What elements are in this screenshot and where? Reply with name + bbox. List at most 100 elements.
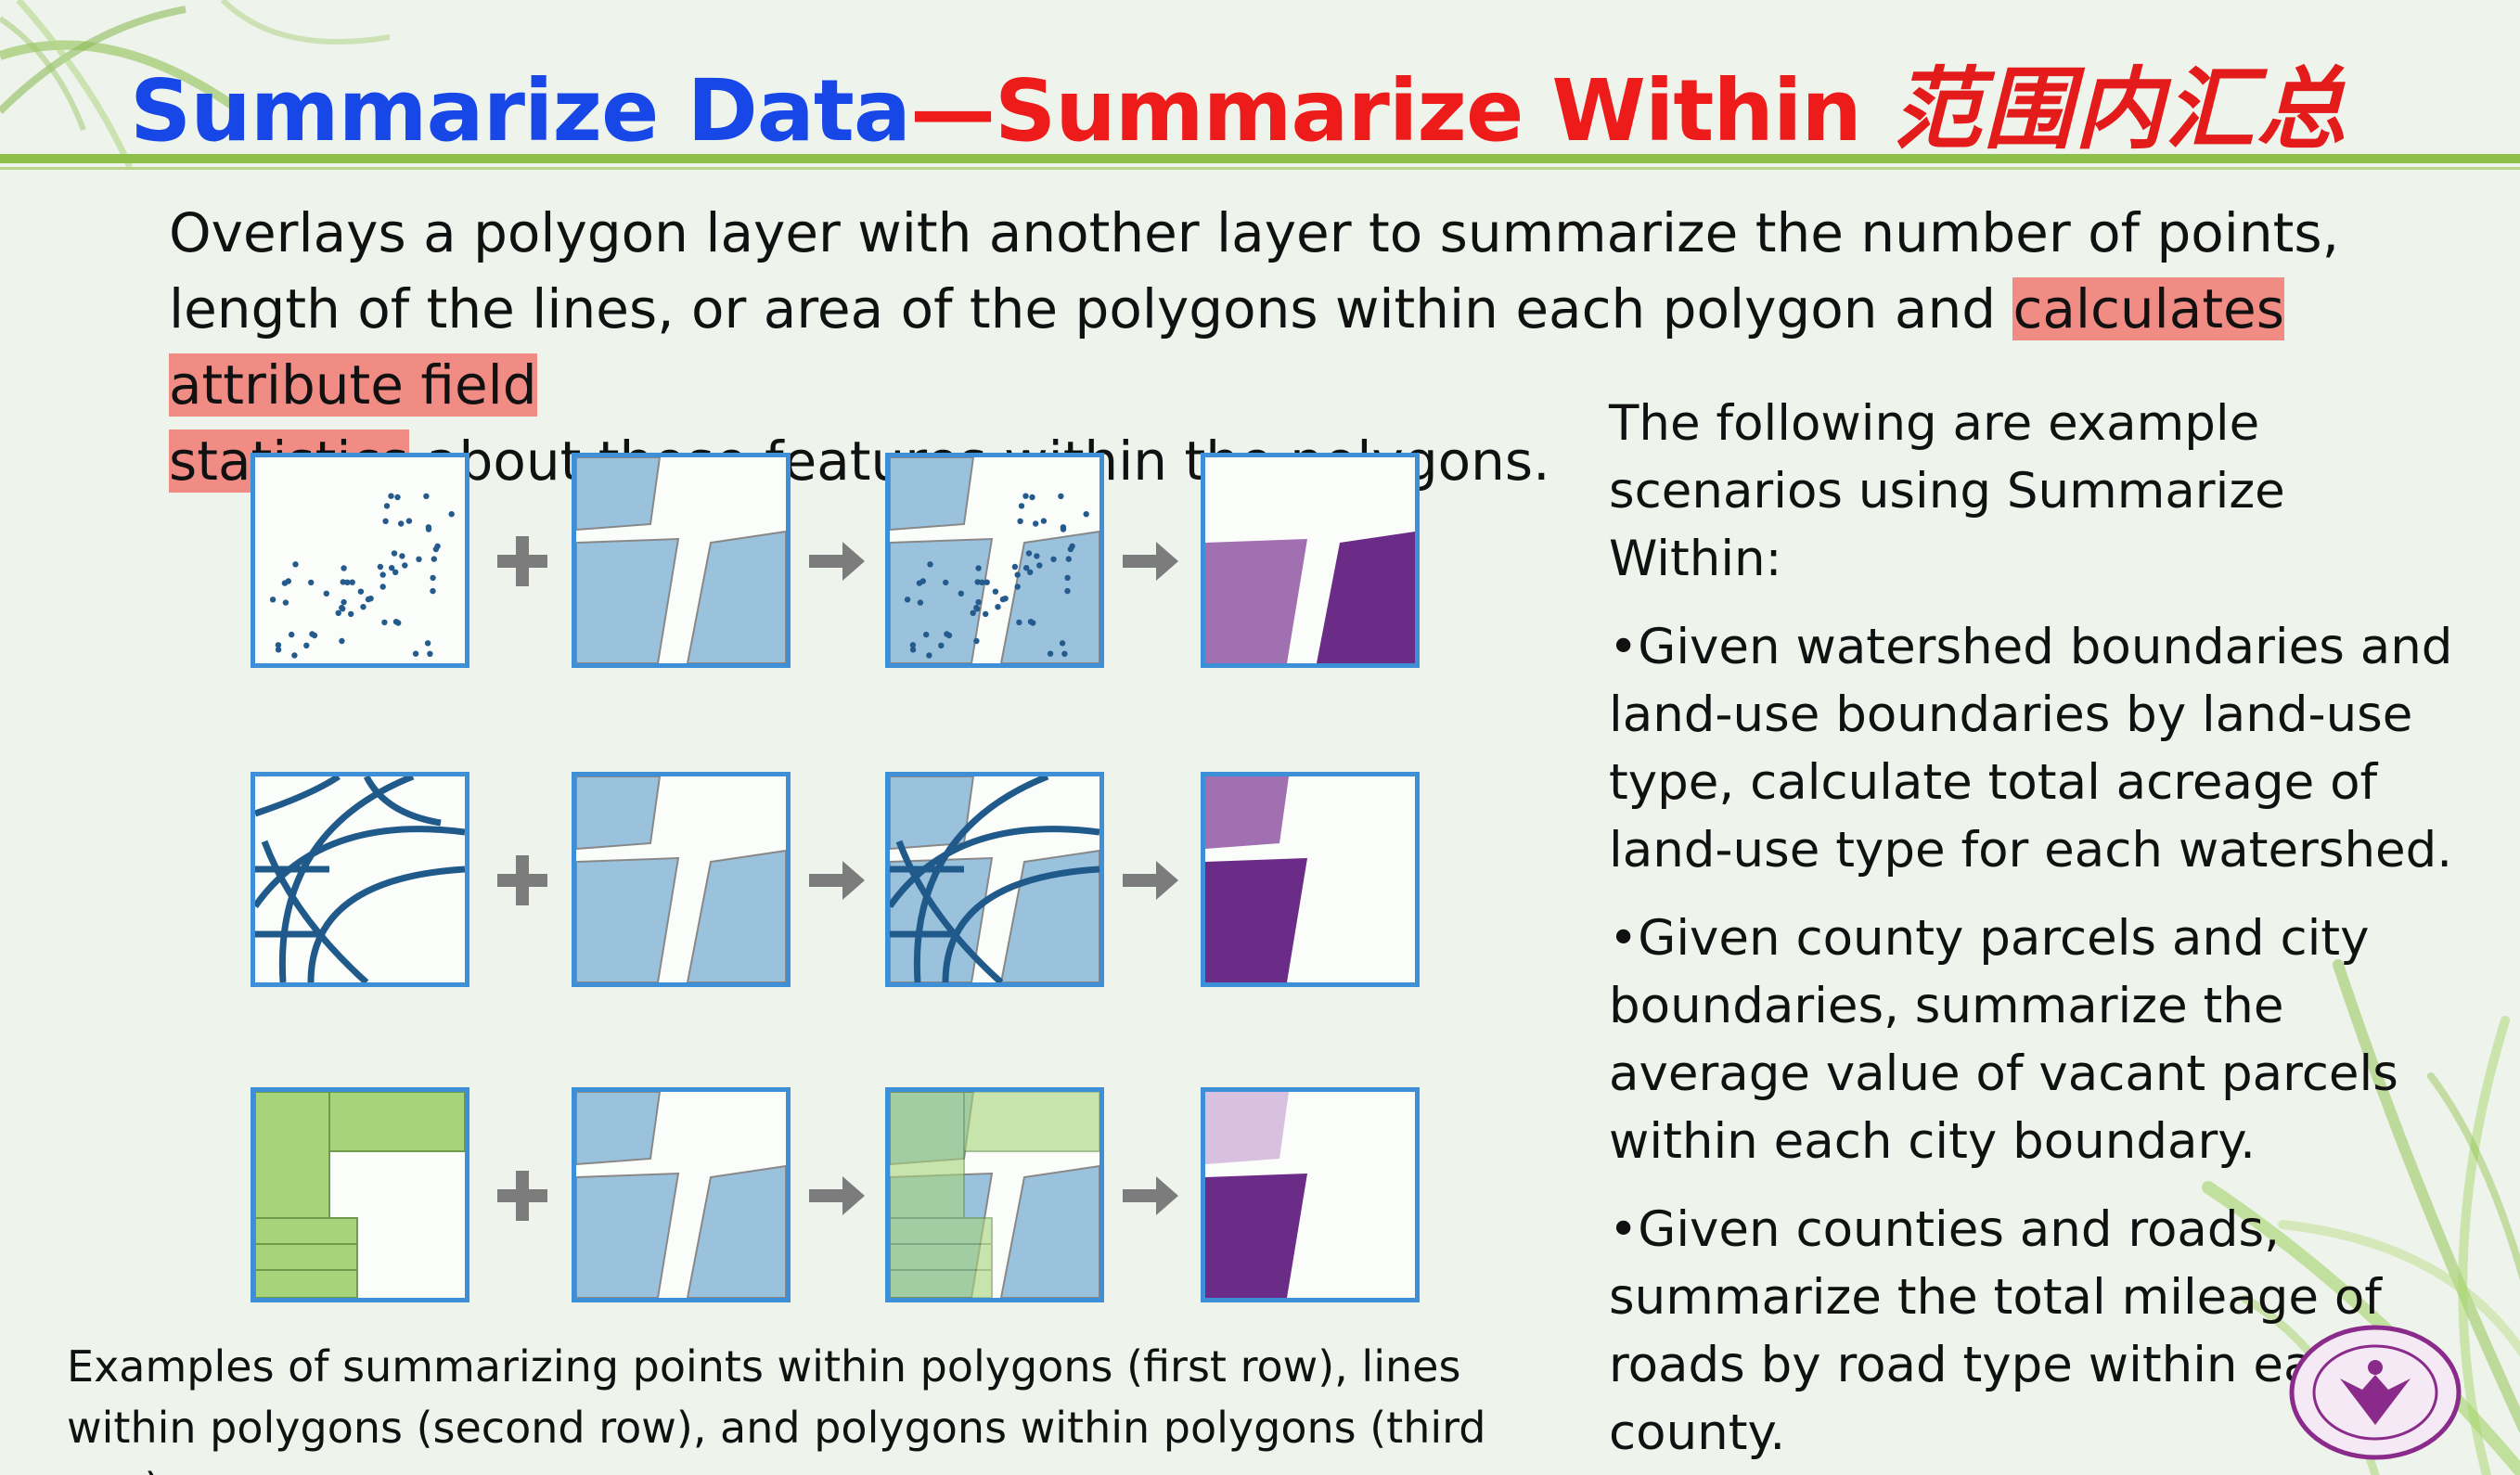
- point-symbol: [975, 565, 982, 571]
- point-symbol: [1064, 574, 1071, 582]
- point-symbol: [389, 565, 395, 571]
- point-symbol: [308, 579, 315, 586]
- point-symbol: [904, 596, 911, 603]
- point-symbol: [1050, 556, 1057, 562]
- polygons-overlay-graphic: [890, 1092, 1099, 1298]
- point-symbol: [1061, 650, 1068, 657]
- points-result-box: [1201, 453, 1420, 668]
- point-symbol: [412, 650, 419, 657]
- point-symbol: [1016, 619, 1022, 626]
- arrow-right-icon: [1123, 542, 1178, 581]
- point-symbol: [1040, 518, 1048, 524]
- scenarios-panel: The following are example scenarios usin…: [1609, 390, 2472, 1475]
- title-divider: [0, 154, 2520, 163]
- lines-overlay-box: [885, 772, 1104, 987]
- point-symbol: [399, 553, 405, 559]
- point-symbol: [1058, 493, 1064, 500]
- polygons-input-box: [251, 1087, 469, 1302]
- polygons-layer-graphic: [255, 1092, 465, 1298]
- point-symbol: [1069, 543, 1075, 549]
- point-symbol: [398, 520, 405, 527]
- point-symbol: [1065, 556, 1072, 562]
- point-symbol: [1022, 493, 1029, 499]
- point-symbol: [944, 631, 950, 637]
- point-symbol: [379, 571, 386, 578]
- point-symbol: [282, 599, 289, 606]
- point-symbol: [1014, 571, 1021, 578]
- polygons-box-row2: [572, 772, 791, 987]
- point-symbol: [391, 550, 398, 557]
- point-symbol: [285, 578, 291, 584]
- point-symbol: [1017, 518, 1023, 524]
- lines-overlay-graphic: [890, 776, 1099, 982]
- points-layer-graphic: [269, 493, 455, 659]
- point-symbol: [1059, 640, 1066, 647]
- point-symbol: [1034, 553, 1040, 559]
- points-overlay-box: [885, 453, 1104, 668]
- scenario-item-2: •Given county parcels and city boundarie…: [1609, 910, 2398, 1170]
- point-symbol: [383, 503, 391, 509]
- point-symbol: [1025, 550, 1033, 557]
- point-symbol: [335, 609, 341, 616]
- polygons-result-box: [1201, 1087, 1420, 1302]
- title-part2: Summarize Within: [994, 61, 1862, 160]
- point-symbol: [938, 642, 945, 648]
- point-symbol: [360, 604, 366, 610]
- point-symbol: [1002, 596, 1009, 602]
- point-symbol: [909, 647, 917, 653]
- plus-icon: [497, 855, 547, 905]
- point-symbol: [394, 494, 401, 501]
- lines-result-graphic: [1205, 776, 1307, 982]
- point-symbol: [341, 565, 347, 571]
- point-symbol: [430, 574, 436, 582]
- point-symbol: [1060, 526, 1067, 532]
- point-symbol: [973, 637, 980, 645]
- point-symbol: [1018, 503, 1025, 509]
- point-symbol: [1036, 562, 1043, 569]
- point-symbol: [926, 652, 932, 659]
- point-symbol: [425, 526, 432, 532]
- point-symbol: [1029, 494, 1035, 501]
- point-symbol: [423, 493, 430, 500]
- point-symbol: [289, 631, 295, 638]
- point-symbol: [973, 604, 980, 611]
- point-symbol: [923, 631, 930, 638]
- point-symbol: [402, 562, 408, 569]
- arrow-right-icon: [809, 861, 865, 900]
- point-symbol: [927, 561, 933, 568]
- point-symbol: [339, 637, 345, 645]
- point-symbol: [341, 598, 347, 606]
- point-symbol: [309, 631, 315, 637]
- point-symbol: [269, 596, 276, 603]
- point-symbol: [979, 579, 985, 585]
- polygons-box-row1: [572, 453, 791, 668]
- point-symbol: [382, 518, 389, 524]
- point-symbol: [1014, 584, 1021, 590]
- point-symbol: [448, 511, 455, 518]
- point-symbol: [430, 587, 436, 595]
- polygons-overlay-box: [885, 1087, 1104, 1302]
- point-symbol: [303, 642, 310, 648]
- point-symbol: [291, 652, 298, 659]
- point-symbol: [431, 556, 437, 562]
- point-symbol: [958, 590, 964, 596]
- points-result-graphic: [1205, 532, 1415, 663]
- arrow-right-icon: [809, 542, 865, 581]
- diagram-caption: Examples of summarizing points within po…: [67, 1341, 1486, 1475]
- lines-input-box: [251, 772, 469, 987]
- point-symbol: [943, 579, 949, 586]
- point-symbol: [348, 610, 354, 618]
- point-symbol: [434, 543, 441, 549]
- point-symbol: [275, 647, 282, 653]
- point-symbol: [1011, 563, 1019, 571]
- point-symbol: [1033, 520, 1039, 527]
- point-symbol: [1064, 587, 1071, 595]
- slide: Summarize Data—Summarize Within 范围内汇总 Ove…: [0, 0, 2520, 1475]
- polygon-layer-graphic: [576, 776, 786, 982]
- point-symbol: [1023, 565, 1030, 571]
- point-symbol: [381, 619, 388, 626]
- title-part1: Summarize Data: [130, 61, 911, 160]
- point-symbol: [344, 579, 351, 585]
- point-symbol: [392, 619, 400, 625]
- arrow-right-icon: [1123, 1176, 1178, 1215]
